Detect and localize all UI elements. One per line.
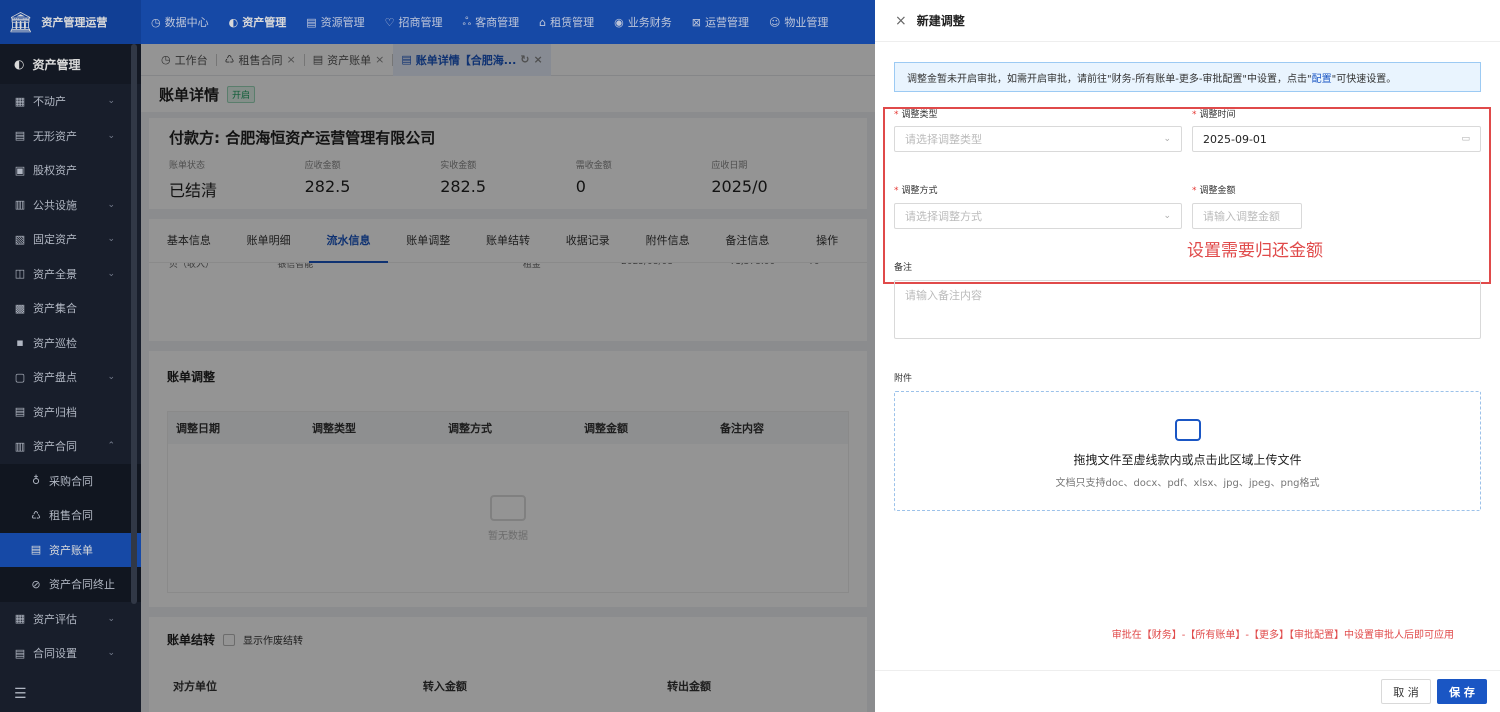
approval-tip: 审批在【财务】-【所有账单】-【更多】【审批配置】中设置审批人后即可应用 [1111, 630, 1454, 641]
notice-text-end: "可快速设置。 [1331, 73, 1397, 85]
inbox-icon [1174, 419, 1201, 441]
approval-notice: 调整金暂未开启审批，如需开启审批，请前往"财务-所有账单-更多-审批配置"中设置… [894, 62, 1481, 92]
drawer-header: × 新建调整 [875, 0, 1500, 42]
notice-text: 调整金暂未开启审批，如需开启审批，请前往"财务-所有账单-更多-审批配置"中设置… [907, 73, 1312, 85]
new-adjustment-drawer: × 新建调整 调整金暂未开启审批，如需开启审批，请前往"财务-所有账单-更多-审… [875, 0, 1500, 712]
upload-format-hint: 文档只支持doc、docx、pdf、xlsx、jpg、jpeg、png格式 [1055, 478, 1320, 489]
modal-mask-side [0, 44, 141, 712]
save-button[interactable]: 保 存 [1437, 679, 1487, 704]
attach-label: 附件 [894, 374, 913, 384]
upload-dropzone[interactable]: 拖拽文件至虚线款内或点击此区域上传文件 文档只支持doc、docx、pdf、xl… [894, 391, 1481, 511]
upload-hint: 拖拽文件至虚线款内或点击此区域上传文件 [1073, 453, 1302, 467]
annotation-text: 设置需要归还金额 [1187, 241, 1323, 261]
remark-textarea[interactable]: 请输入备注内容 [894, 280, 1481, 339]
remark-label: 备注 [894, 263, 913, 273]
remark-placeholder: 请输入备注内容 [905, 289, 982, 302]
drawer-title: 新建调整 [916, 14, 965, 28]
cancel-button[interactable]: 取 消 [1381, 679, 1431, 704]
app-root: 🏛 资产管理运营 ◷ 数据中心 ◐ 资产管理 ▤ 资源管理 ♡ 招商管理 ஃ 客商管理 ⌂ 租赁管理 ◉… [0, 0, 1500, 712]
drawer-footer: 取 消 保 存 [875, 670, 1500, 712]
modal-mask-top [0, 0, 875, 44]
modal-mask[interactable] [141, 44, 875, 712]
close-icon[interactable]: × [895, 13, 907, 29]
config-link[interactable]: 配置 [1312, 70, 1332, 85]
